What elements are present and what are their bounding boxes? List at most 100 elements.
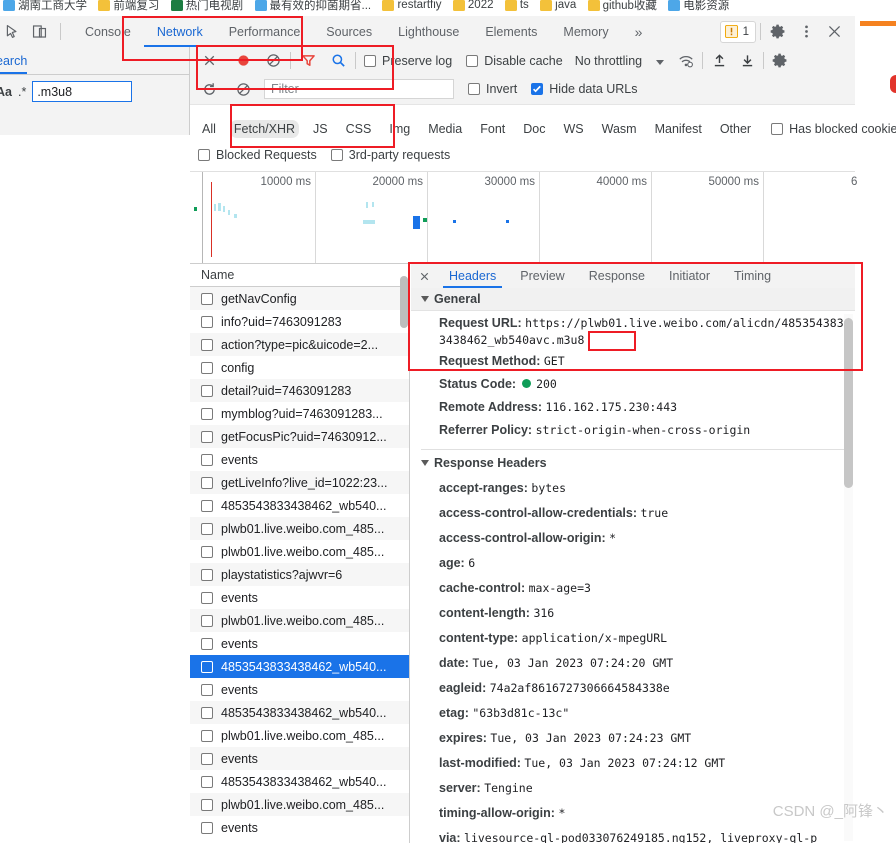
filter-input[interactable]: Filter	[264, 79, 454, 99]
table-row[interactable]: action?type=pic&uicode=2...	[190, 333, 409, 356]
tab-sources[interactable]: Sources	[313, 16, 385, 47]
type-filter-img[interactable]: Img	[385, 120, 414, 138]
request-checkbox[interactable]	[201, 499, 213, 512]
request-checkbox[interactable]	[201, 683, 213, 696]
request-checkbox[interactable]	[201, 821, 213, 834]
request-checkbox[interactable]	[201, 384, 213, 397]
bookmark-item[interactable]: 湖南工商大学	[3, 0, 87, 13]
detail-tab-headers[interactable]: Headers	[437, 264, 508, 288]
tab-search[interactable]: earch	[0, 54, 28, 74]
warning-count-badge[interactable]: 1	[719, 20, 756, 43]
request-checkbox[interactable]	[201, 430, 213, 443]
request-checkbox[interactable]	[201, 361, 213, 374]
bookmark-item[interactable]: 热门电视剧	[170, 0, 243, 13]
tab-performance[interactable]: Performance	[216, 16, 314, 47]
third-party-requests-checkbox[interactable]: 3rd-party requests	[330, 148, 450, 162]
regex-toggle[interactable]: .*	[18, 85, 26, 99]
inspect-element-icon[interactable]	[4, 23, 21, 40]
search-clear-icon[interactable]	[228, 81, 258, 98]
network-overview-timeline[interactable]: 10000 ms 20000 ms 30000 ms 40000 ms 5000…	[190, 171, 857, 264]
request-checkbox[interactable]	[201, 775, 213, 788]
request-checkbox[interactable]	[201, 637, 213, 650]
request-checkbox[interactable]	[201, 315, 213, 328]
type-filter-css[interactable]: CSS	[342, 120, 376, 138]
table-row[interactable]: plwb01.live.weibo.com_485...	[190, 724, 409, 747]
invert-checkbox[interactable]: Invert	[468, 82, 517, 96]
filter-icon[interactable]	[293, 53, 323, 68]
request-checkbox[interactable]	[201, 660, 213, 673]
bookmark-item[interactable]: ts	[504, 0, 529, 11]
requests-column-header[interactable]: Name	[190, 264, 409, 287]
table-row[interactable]: plwb01.live.weibo.com_485...	[190, 793, 409, 816]
request-checkbox[interactable]	[201, 338, 213, 351]
request-checkbox[interactable]	[201, 614, 213, 627]
match-case-toggle[interactable]: Aa	[0, 85, 12, 99]
type-filter-media[interactable]: Media	[424, 120, 466, 138]
table-row[interactable]: detail?uid=7463091283	[190, 379, 409, 402]
disable-cache-checkbox[interactable]: Disable cache	[466, 54, 563, 68]
type-filter-other[interactable]: Other	[716, 120, 755, 138]
has-blocked-cookies-checkbox[interactable]: Has blocked cookies	[771, 122, 896, 136]
table-row[interactable]: playstatistics?ajwvr=6	[190, 563, 409, 586]
request-checkbox[interactable]	[201, 545, 213, 558]
table-row[interactable]: getFocusPic?uid=74630912...	[190, 425, 409, 448]
preserve-log-checkbox[interactable]: Preserve log	[364, 54, 452, 68]
bookmark-item[interactable]: 前端复习	[98, 0, 159, 13]
request-checkbox[interactable]	[201, 292, 213, 305]
more-tabs-button[interactable]: »	[622, 16, 656, 47]
request-checkbox[interactable]	[201, 522, 213, 535]
tab-elements[interactable]: Elements	[472, 16, 550, 47]
clear-button[interactable]	[258, 52, 288, 69]
search-input[interactable]: .m3u8	[32, 81, 133, 102]
record-button[interactable]	[228, 53, 258, 68]
type-filter-all[interactable]: All	[198, 120, 220, 138]
chevron-down-icon[interactable]	[656, 54, 665, 68]
bookmark-item[interactable]: github收藏	[587, 0, 657, 13]
table-row[interactable]: getLiveInfo?live_id=1022:23...	[190, 471, 409, 494]
search-refresh-icon[interactable]	[190, 81, 228, 98]
detail-tab-timing[interactable]: Timing	[722, 264, 783, 288]
type-filter-doc[interactable]: Doc	[519, 120, 549, 138]
detail-close-icon[interactable]	[411, 270, 437, 283]
detail-tab-preview[interactable]: Preview	[508, 264, 576, 288]
detail-tab-initiator[interactable]: Initiator	[657, 264, 722, 288]
type-filter-fetch-xhr[interactable]: Fetch/XHR	[229, 120, 300, 138]
request-checkbox[interactable]	[201, 568, 213, 581]
table-row[interactable]: 4853543833438462_wb540...	[190, 770, 409, 793]
table-row[interactable]: 4853543833438462_wb540...	[190, 655, 409, 678]
request-checkbox[interactable]	[201, 591, 213, 604]
request-checkbox[interactable]	[201, 752, 213, 765]
request-checkbox[interactable]	[201, 476, 213, 489]
table-row[interactable]: getNavConfig	[190, 287, 409, 310]
table-row[interactable]: plwb01.live.weibo.com_485...	[190, 609, 409, 632]
request-checkbox[interactable]	[201, 729, 213, 742]
request-checkbox[interactable]	[201, 706, 213, 719]
table-row[interactable]: events	[190, 586, 409, 609]
bookmark-item[interactable]: 最有效的抑菌期省...	[254, 0, 371, 13]
bookmark-item[interactable]: 电影资源	[668, 0, 729, 13]
table-row[interactable]: events	[190, 448, 409, 471]
gear-icon[interactable]	[765, 19, 791, 45]
close-icon[interactable]	[821, 19, 847, 45]
export-har-icon[interactable]	[733, 52, 761, 69]
type-filter-ws[interactable]: WS	[559, 120, 587, 138]
bookmark-item[interactable]: 2022	[452, 0, 494, 11]
search-icon[interactable]	[323, 53, 353, 68]
type-filter-js[interactable]: JS	[309, 120, 332, 138]
blocked-requests-checkbox[interactable]: Blocked Requests	[198, 148, 317, 162]
hide-data-urls-checkbox[interactable]: Hide data URLs	[531, 82, 638, 96]
table-row[interactable]: events	[190, 747, 409, 770]
requests-list-scrollbar[interactable]	[400, 276, 408, 328]
table-row[interactable]: events	[190, 632, 409, 655]
detail-scrollbar-thumb[interactable]	[844, 318, 853, 488]
search-drawer-close-icon[interactable]	[190, 52, 228, 69]
tab-memory[interactable]: Memory	[550, 16, 621, 47]
import-har-icon[interactable]	[705, 52, 733, 69]
type-filter-wasm[interactable]: Wasm	[598, 120, 641, 138]
table-row[interactable]: plwb01.live.weibo.com_485...	[190, 517, 409, 540]
kebab-menu-icon[interactable]	[793, 19, 819, 45]
table-row[interactable]: 4853543833438462_wb540...	[190, 494, 409, 517]
request-checkbox[interactable]	[201, 798, 213, 811]
wifi-icon[interactable]	[672, 53, 700, 69]
table-row[interactable]: events	[190, 678, 409, 701]
